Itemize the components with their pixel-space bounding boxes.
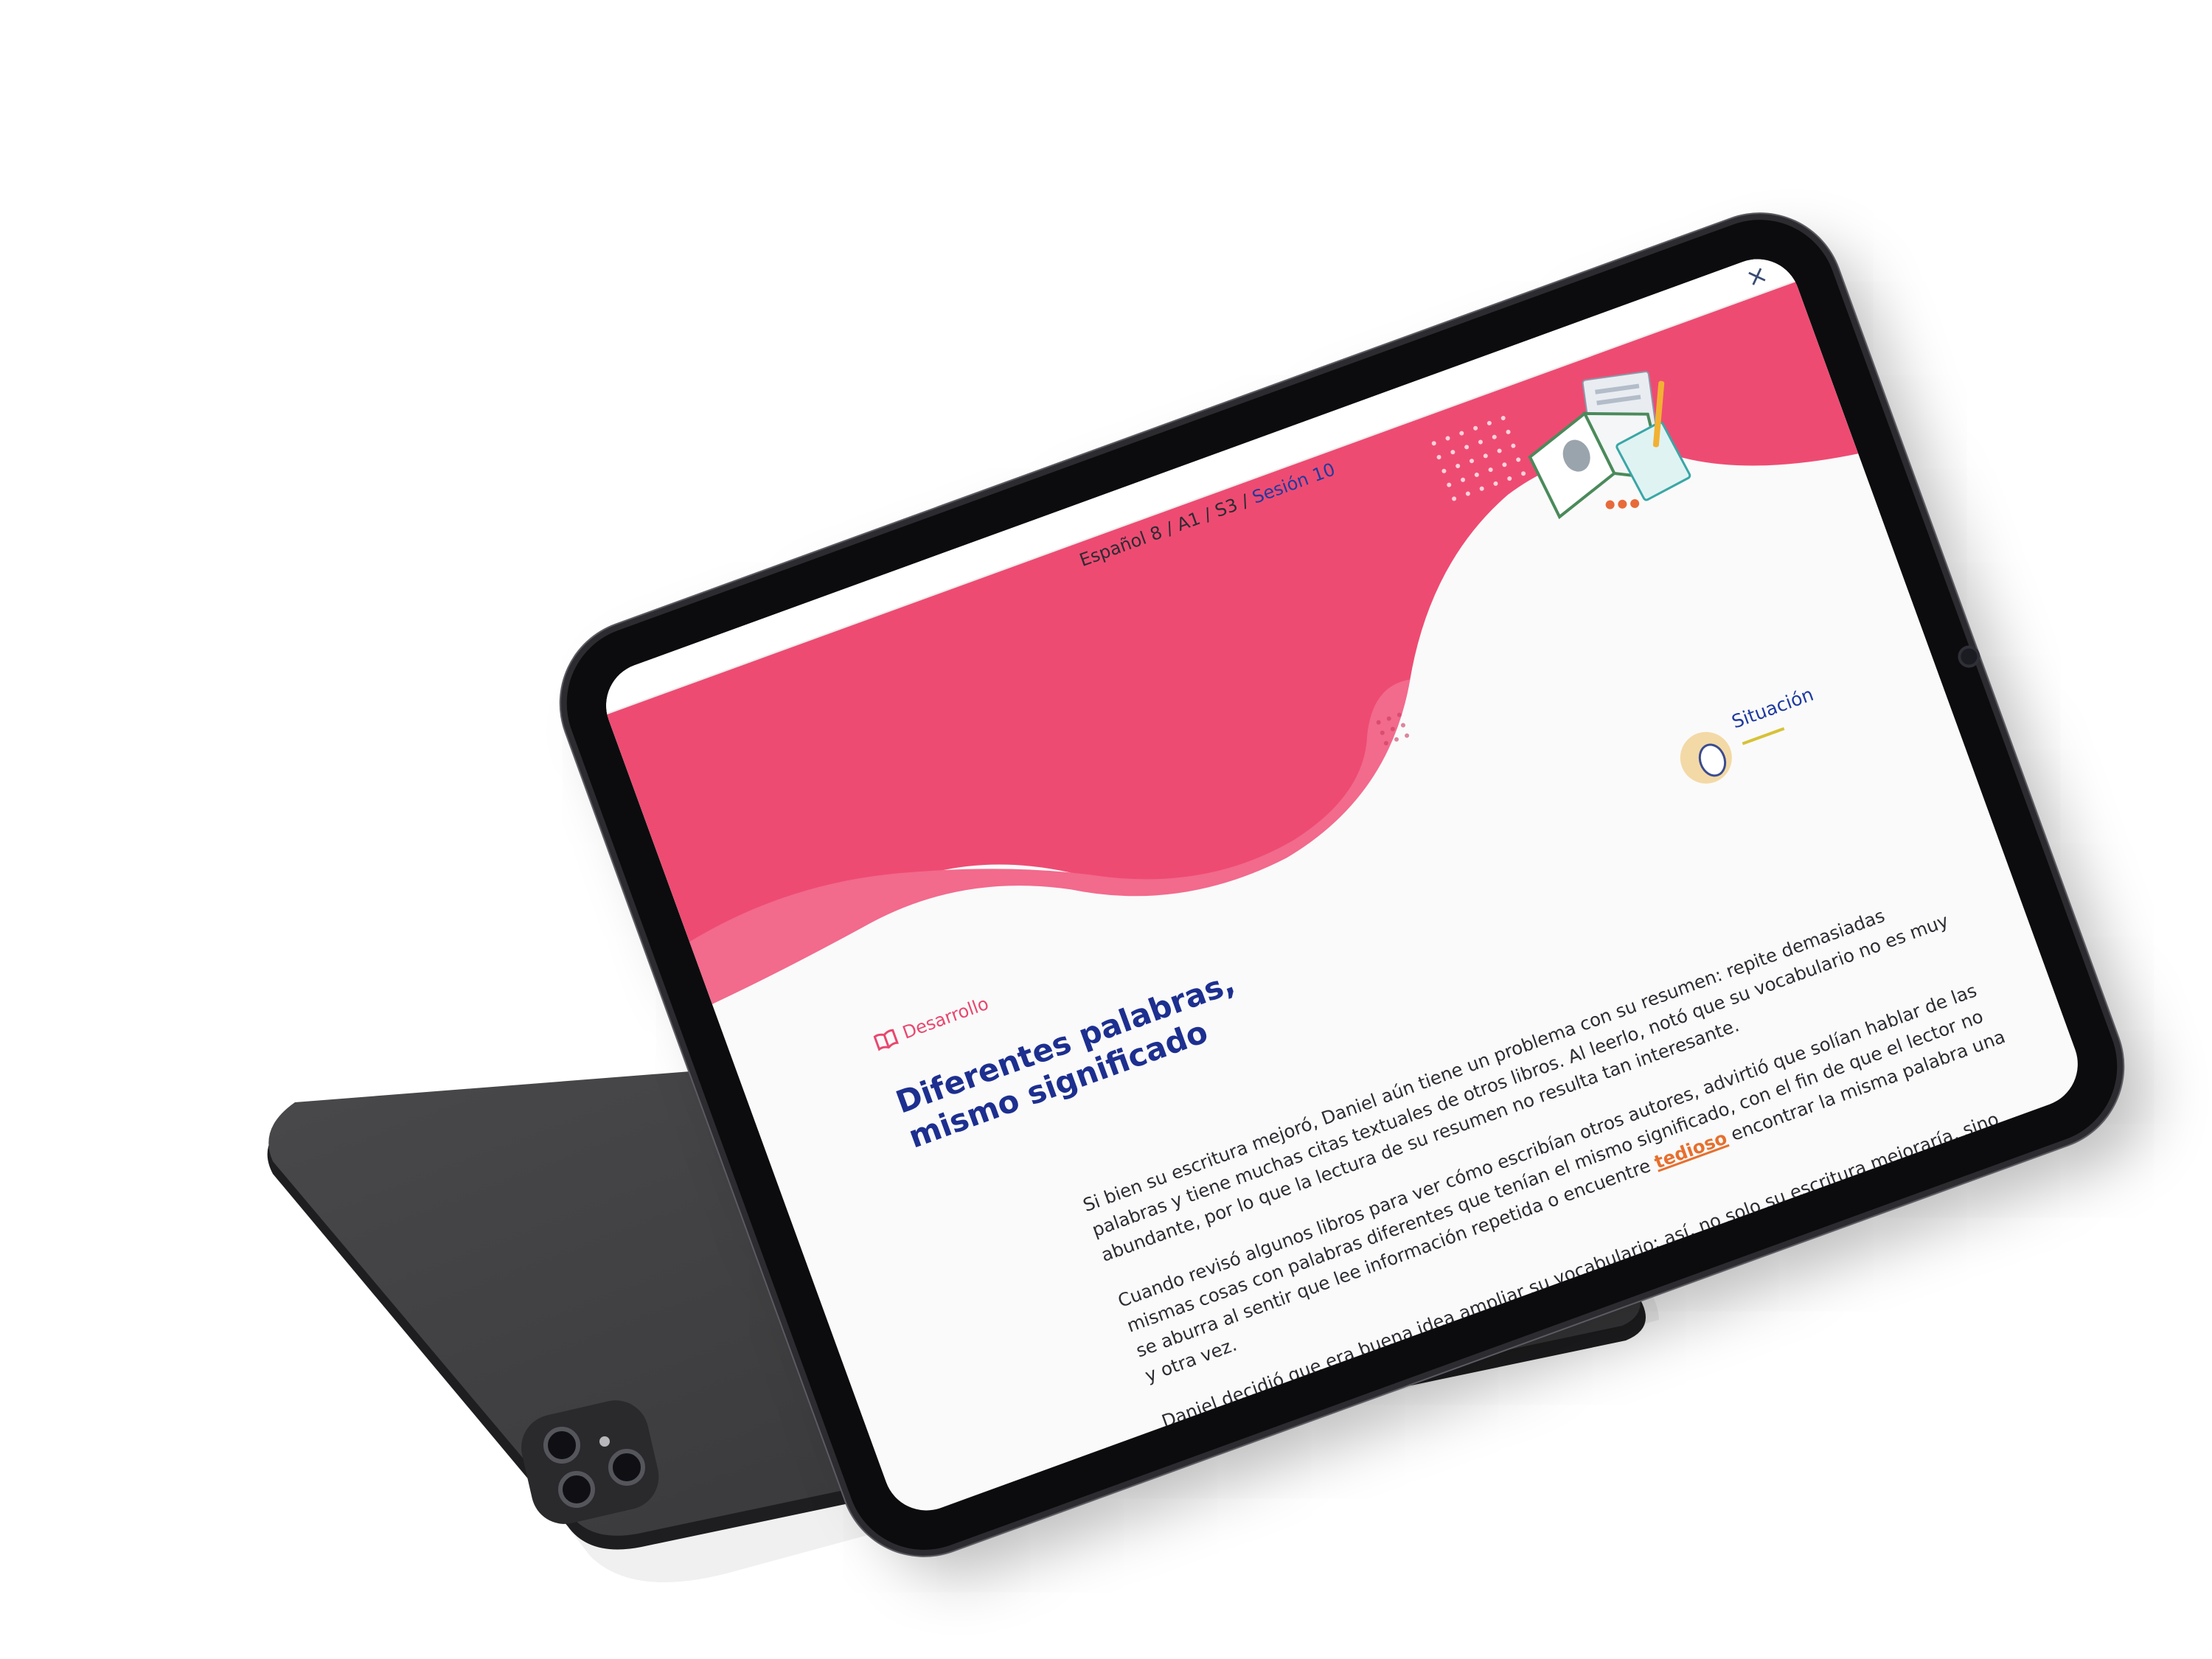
lightbulb-thinking-icon (1672, 724, 1739, 791)
close-icon[interactable]: × (1741, 259, 1773, 293)
lightbulb-icon (1694, 740, 1731, 781)
situacion-underline (1742, 727, 1785, 745)
